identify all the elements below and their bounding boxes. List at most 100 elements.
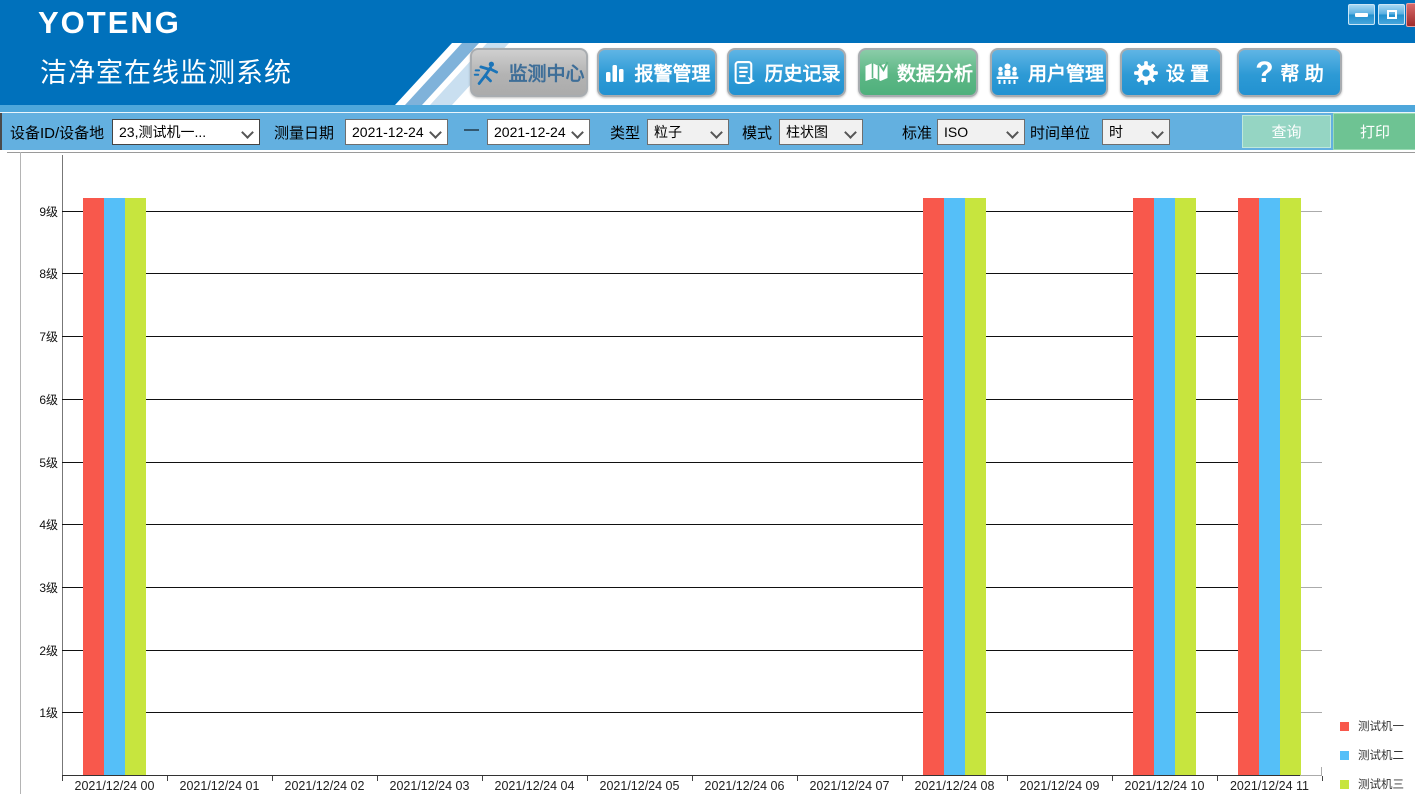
- chevron-down-icon: [1151, 126, 1164, 139]
- runner-icon: [473, 59, 501, 87]
- chevron-down-icon: [429, 126, 442, 139]
- bar: [104, 198, 125, 775]
- x-axis-label: 2021/12/24 02: [270, 779, 380, 793]
- mode-select[interactable]: 柱状图: [779, 119, 863, 145]
- y-axis-label: 5级: [12, 454, 58, 471]
- bar-chart: 1级2级3级4级5级6级7级8级9级2021/12/24 002021/12/2…: [0, 150, 1415, 798]
- type-select[interactable]: 粒子: [647, 119, 729, 145]
- y-axis-label: 1级: [12, 704, 58, 721]
- date-from-select[interactable]: 2021-12-24: [345, 119, 448, 145]
- date-to-select[interactable]: 2021-12-24: [487, 119, 590, 145]
- x-axis-label: 2021/12/24 04: [480, 779, 590, 793]
- gear-icon: [1133, 60, 1159, 86]
- nav-label: 报警管理: [634, 59, 710, 86]
- nav-alarm-management[interactable]: 报警管理: [597, 48, 717, 97]
- y-axis-label: 2级: [12, 642, 58, 659]
- bar: [1154, 198, 1175, 775]
- x-axis-line-right: [1300, 775, 1322, 776]
- gridline: [62, 462, 1300, 463]
- chevron-down-icon: [571, 126, 584, 139]
- gridline-right-tick: [1300, 336, 1322, 337]
- nav-monitor-center[interactable]: 监测中心: [470, 48, 588, 97]
- gridline-right-tick: [1300, 650, 1322, 651]
- x-axis-label: 2021/12/24 06: [690, 779, 800, 793]
- x-axis-label: 2021/12/24 07: [795, 779, 905, 793]
- legend-swatch: [1340, 722, 1349, 731]
- minimize-icon: [1355, 13, 1368, 17]
- gridline-right-tick: [1300, 524, 1322, 525]
- date-range-separator: —: [464, 121, 479, 138]
- chevron-down-icon: [710, 126, 723, 139]
- nav-data-analysis[interactable]: 数据分析: [858, 48, 978, 97]
- document-icon: [732, 60, 757, 85]
- nav-help[interactable]: ? 帮 助: [1237, 48, 1342, 97]
- legend-label: 测试机一: [1358, 718, 1404, 734]
- standard-select-value: ISO: [944, 124, 968, 140]
- x-axis-label: 2021/12/24 09: [1005, 779, 1115, 793]
- gridline-right-tick: [1300, 462, 1322, 463]
- y-axis-label: 4级: [12, 516, 58, 533]
- legend-label: 测试机三: [1358, 776, 1404, 792]
- bar: [125, 198, 146, 775]
- bar: [944, 198, 965, 775]
- y-axis-label: 9级: [12, 203, 58, 220]
- device-select-value: 23,测试机一...: [119, 122, 206, 142]
- date-from-value: 2021-12-24: [352, 124, 424, 140]
- legend-label: 测试机二: [1358, 747, 1404, 763]
- y-axis-label: 8级: [12, 265, 58, 282]
- nav-label: 帮 助: [1281, 59, 1324, 86]
- date-to-value: 2021-12-24: [494, 124, 566, 140]
- date-label: 测量日期: [274, 122, 334, 143]
- header-top-band: [0, 0, 1415, 43]
- bar: [83, 198, 104, 775]
- close-button[interactable]: [1406, 3, 1415, 27]
- gridline: [62, 399, 1300, 400]
- bar: [1280, 198, 1301, 775]
- query-button[interactable]: 查询: [1242, 115, 1331, 148]
- gridline-right-tick: [1300, 712, 1322, 713]
- nav-user-management[interactable]: 用户管理: [990, 48, 1108, 97]
- question-icon: ?: [1255, 58, 1273, 88]
- gridline-right-tick: [1300, 399, 1322, 400]
- app-header: YOTENG 洁净室在线监测系统 监测中心 报警管理 历史记录: [0, 0, 1415, 105]
- legend-swatch: [1340, 751, 1349, 760]
- gridline: [62, 524, 1300, 525]
- map-icon: [863, 61, 890, 85]
- time-unit-label: 时间单位: [1030, 122, 1090, 143]
- time-unit-select-value: 时: [1109, 122, 1123, 142]
- nav-settings[interactable]: 设 置: [1120, 48, 1222, 97]
- x-axis-label: 2021/12/24 03: [375, 779, 485, 793]
- bar: [1238, 198, 1259, 775]
- minimize-button[interactable]: [1348, 4, 1375, 25]
- users-icon: [994, 60, 1021, 86]
- bar: [965, 198, 986, 775]
- device-select[interactable]: 23,测试机一...: [112, 119, 260, 145]
- plot-right-edge-tick: [1321, 767, 1322, 775]
- x-axis-label: 2021/12/24 01: [165, 779, 275, 793]
- chevron-down-icon: [1006, 126, 1019, 139]
- y-axis-label: 6级: [12, 391, 58, 408]
- nav-label: 用户管理: [1028, 59, 1104, 86]
- standard-label: 标准: [902, 122, 932, 143]
- print-button[interactable]: 打印: [1333, 113, 1415, 150]
- bar: [1133, 198, 1154, 775]
- gridline-right-tick: [1300, 587, 1322, 588]
- chevron-down-icon: [241, 126, 254, 139]
- type-select-value: 粒子: [654, 122, 682, 142]
- nav-history-records[interactable]: 历史记录: [727, 48, 846, 97]
- legend-item: 测试机三: [1340, 776, 1404, 792]
- maximize-button[interactable]: [1378, 4, 1405, 25]
- legend-swatch: [1340, 780, 1349, 789]
- nav-label: 历史记录: [764, 59, 840, 86]
- nav-label: 监测中心: [508, 59, 584, 86]
- device-label: 设备ID/设备地: [10, 122, 104, 143]
- time-unit-select[interactable]: 时: [1102, 119, 1170, 145]
- standard-select[interactable]: ISO: [937, 119, 1025, 145]
- gridline: [62, 650, 1300, 651]
- x-axis-label: 2021/12/24 05: [585, 779, 695, 793]
- nav-label: 设 置: [1166, 59, 1209, 86]
- gridline: [62, 273, 1300, 274]
- mode-select-value: 柱状图: [786, 122, 828, 142]
- app-title: 洁净室在线监测系统: [40, 51, 292, 90]
- y-axis-line: [62, 155, 63, 775]
